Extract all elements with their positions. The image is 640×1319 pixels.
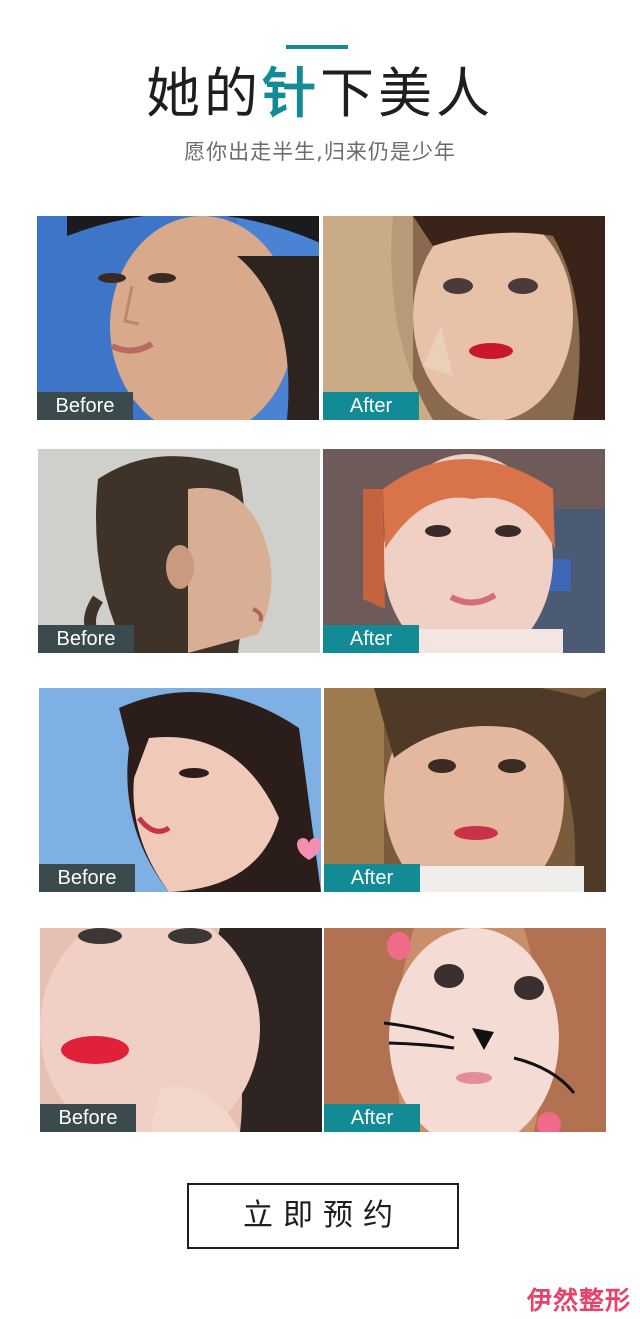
page-subtitle: 愿你出走半生,归来仍是少年 [184, 140, 456, 164]
case-1-after-badge: After [323, 392, 419, 420]
book-now-button[interactable]: 立即预约 [187, 1183, 459, 1249]
case-1: Before After [37, 216, 605, 420]
case-2-after-badge: After [323, 625, 419, 653]
case-2: Before After [38, 449, 605, 653]
page-title: 她的针下美人 [0, 58, 640, 130]
title-suffix: 下美人 [320, 62, 494, 125]
case-2-before-photo: Before [38, 449, 320, 653]
title-prefix: 她的 [146, 62, 262, 125]
case-4-after-badge: After [324, 1104, 420, 1132]
case-4-before-photo: Before [40, 928, 322, 1132]
case-1-after-photo: After [323, 216, 605, 420]
case-1-before-badge: Before [37, 392, 133, 420]
brand-logo: 伊然整形 [527, 1286, 632, 1315]
case-3-after-badge: After [324, 864, 420, 892]
case-4: Before After [40, 928, 607, 1132]
case-3-after-photo: After [324, 688, 606, 892]
case-2-before-badge: Before [38, 625, 134, 653]
case-1-before-photo: Before [37, 216, 319, 420]
case-3: Before After [39, 688, 607, 892]
case-4-before-badge: Before [40, 1104, 136, 1132]
title-highlight: 针 [262, 62, 320, 125]
case-4-after-photo: After [324, 928, 606, 1132]
title-accent-bar [286, 45, 348, 49]
case-3-before-photo: Before [39, 688, 321, 892]
case-3-before-badge: Before [39, 864, 135, 892]
case-2-after-photo: After [323, 449, 605, 653]
